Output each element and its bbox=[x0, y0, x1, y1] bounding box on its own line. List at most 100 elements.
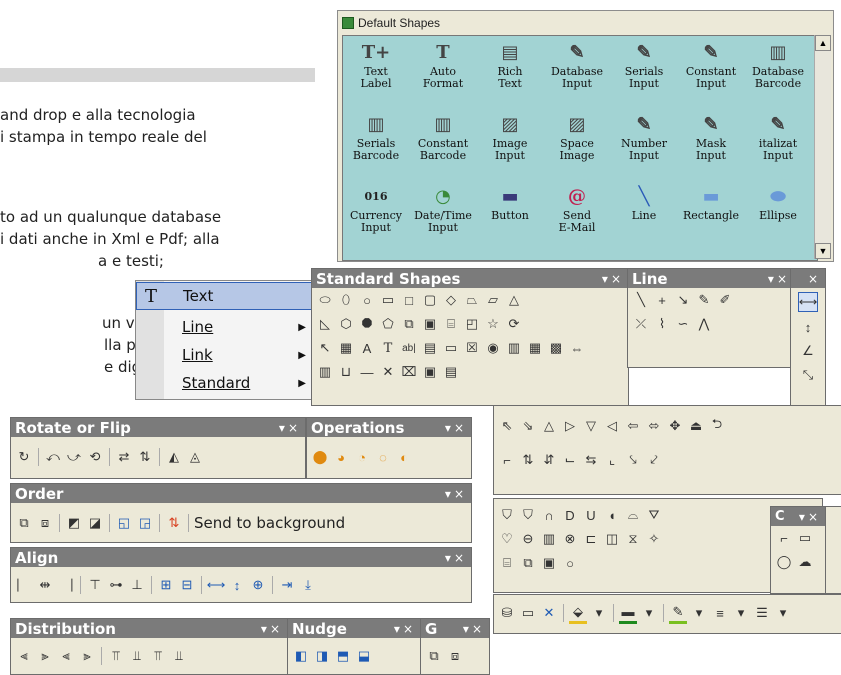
arrow-both-icon[interactable]: ⬄ bbox=[645, 417, 663, 435]
close-icon[interactable]: × bbox=[454, 487, 467, 501]
line-callout-icon[interactable]: ⌐ bbox=[775, 529, 793, 547]
center-vertical-icon[interactable]: ⊟ bbox=[178, 576, 196, 594]
default-shape-item[interactable]: ✎ Database Input bbox=[544, 42, 610, 90]
default-shape-item[interactable]: ✎ italizat Input bbox=[745, 114, 811, 162]
window-icon[interactable]: ▭ bbox=[519, 604, 537, 622]
default-shape-item[interactable]: ▥ Database Barcode bbox=[745, 42, 811, 90]
grid-icon[interactable]: ▩ bbox=[547, 339, 565, 357]
align-titlebar[interactable]: Align ▾× bbox=[11, 548, 471, 567]
auto-format-icon[interactable]: A bbox=[358, 339, 376, 357]
close-icon[interactable]: × bbox=[403, 622, 416, 636]
cylinder-icon[interactable]: ⌸ bbox=[498, 554, 516, 572]
menu-item-text[interactable]: T Text bbox=[136, 282, 316, 310]
x-tool-icon[interactable]: ✕ bbox=[379, 363, 397, 381]
dropdown-icon[interactable]: ▾ bbox=[394, 622, 403, 636]
union-icon[interactable]: ⬤ bbox=[311, 448, 329, 466]
send-to-background-button[interactable]: Send to background bbox=[194, 514, 345, 532]
close-icon[interactable]: × bbox=[611, 272, 624, 286]
send-to-back-icon[interactable]: ⧈ bbox=[36, 514, 54, 532]
star4-icon[interactable]: ✧ bbox=[645, 530, 663, 548]
flip-vertical-icon[interactable]: ⇅ bbox=[136, 448, 154, 466]
rotate-right-icon[interactable]: ⤻ bbox=[65, 448, 83, 466]
nudge-titlebar[interactable]: Nudge ▾× bbox=[288, 619, 420, 638]
connector-6-icon[interactable]: ⌞ bbox=[603, 451, 621, 469]
box-icon[interactable]: ⧉ bbox=[519, 554, 537, 572]
order-swap-icon[interactable]: ⇅ bbox=[165, 514, 183, 532]
arrow-line-icon[interactable]: ↘ bbox=[674, 291, 692, 309]
mirror-icon[interactable]: ◭ bbox=[165, 448, 183, 466]
field-tool-icon[interactable]: ▣ bbox=[421, 363, 439, 381]
rectangle-shape-icon[interactable]: ▭ bbox=[379, 291, 397, 309]
close-icon[interactable]: × bbox=[808, 510, 821, 524]
connector-8-icon[interactable]: ⤦ bbox=[645, 451, 663, 469]
vertical-scrollbar[interactable]: ▲ ▼ bbox=[814, 35, 831, 259]
pentagon-shape-icon[interactable]: ⬠ bbox=[379, 315, 397, 333]
operations-titlebar[interactable]: Operations ▾× bbox=[307, 418, 471, 437]
close-icon[interactable]: × bbox=[454, 421, 467, 435]
cube-shape-icon[interactable]: ⧉ bbox=[400, 315, 418, 333]
default-shape-item[interactable]: ▤ Rich Text bbox=[477, 42, 543, 90]
triangle-shape-icon[interactable]: △ bbox=[505, 291, 523, 309]
rect-callout-icon[interactable]: ▭ bbox=[796, 529, 814, 547]
rotate-flip-titlebar[interactable]: Rotate or Flip ▾× bbox=[11, 418, 305, 437]
no-symbol-icon[interactable]: ⊖ bbox=[519, 530, 537, 548]
connector-3-icon[interactable]: ⇵ bbox=[540, 451, 558, 469]
default-shape-item[interactable]: ✎ Number Input bbox=[611, 114, 677, 162]
nudge-left-icon[interactable]: ◧ bbox=[292, 647, 310, 665]
database-icon[interactable]: ⛁ bbox=[498, 604, 516, 622]
distribute-right-icon[interactable]: ⫷ bbox=[57, 647, 75, 665]
space-vertical-icon[interactable]: ⤓ bbox=[299, 576, 317, 594]
frame-tool-icon[interactable]: ▥ bbox=[316, 363, 334, 381]
dropdown-icon[interactable]: ▾ bbox=[602, 272, 611, 286]
cross-line-icon[interactable]: + bbox=[653, 291, 671, 309]
trapezoid-shape-icon[interactable]: ⏢ bbox=[463, 291, 481, 309]
polyline-icon[interactable]: ⋀ bbox=[695, 315, 713, 333]
close-icon[interactable]: × bbox=[472, 622, 485, 636]
vertical-dimension-icon[interactable]: ↕ bbox=[799, 318, 817, 336]
connector-4-icon[interactable]: ⌙ bbox=[561, 451, 579, 469]
subtract-icon[interactable]: ◔ bbox=[353, 448, 371, 466]
dropdown-icon[interactable]: ▾ bbox=[463, 622, 472, 636]
connector-5-icon[interactable]: ⇆ bbox=[582, 451, 600, 469]
g-titlebar[interactable]: G ▾× bbox=[421, 619, 489, 638]
star-shape-icon[interactable]: ☆ bbox=[484, 315, 502, 333]
default-shape-item[interactable]: ✎ Constant Input bbox=[678, 42, 744, 90]
frame-shape-icon[interactable]: ▣ bbox=[421, 315, 439, 333]
freehand-icon[interactable]: ✎ bbox=[695, 291, 713, 309]
dropdown-icon[interactable]: ▾ bbox=[768, 272, 777, 286]
dropdown-icon[interactable]: ▾ bbox=[445, 421, 454, 435]
listbox-icon[interactable]: ▥ bbox=[505, 339, 523, 357]
loop-icon[interactable]: ∽ bbox=[674, 315, 692, 333]
mirror-alt-icon[interactable]: ◬ bbox=[186, 448, 204, 466]
folded-corner-shape-icon[interactable]: ◰ bbox=[463, 315, 481, 333]
distribute-middle-icon[interactable]: ⫫ bbox=[128, 647, 146, 665]
process-icon[interactable]: ▥ bbox=[540, 530, 558, 548]
connector-2-icon[interactable]: ⇅ bbox=[519, 451, 537, 469]
text-icon[interactable]: T bbox=[379, 339, 397, 357]
send-backward-icon[interactable]: ◪ bbox=[86, 514, 104, 532]
dropdown-icon[interactable]: ▾ bbox=[690, 604, 708, 622]
banner-alt-icon[interactable]: ⛉ bbox=[519, 506, 537, 524]
rounded-square-shape-icon[interactable]: ▢ bbox=[421, 291, 439, 309]
menu-item-standard[interactable]: Standard ▶ bbox=[136, 369, 316, 397]
ungroup-icon[interactable]: ⧈ bbox=[446, 647, 464, 665]
space-horizontal-icon[interactable]: ⇥ bbox=[278, 576, 296, 594]
horizontal-dimension-icon[interactable]: ⟷ bbox=[798, 292, 818, 312]
same-width-icon[interactable]: ⟷ bbox=[207, 576, 226, 594]
align-right-icon[interactable]: ⎹ bbox=[57, 576, 75, 594]
align-bottom-icon[interactable]: ⊥ bbox=[128, 576, 146, 594]
fill-color-icon[interactable]: ⬙ bbox=[569, 603, 587, 624]
chart-tool-icon[interactable]: ▤ bbox=[442, 363, 460, 381]
arrow-down-icon[interactable]: ▽ bbox=[582, 417, 600, 435]
dropdown-icon[interactable]: ▾ bbox=[732, 604, 750, 622]
pointer-icon[interactable]: ↖ bbox=[316, 339, 334, 357]
align-middle-icon[interactable]: ⊶ bbox=[107, 576, 125, 594]
radio-icon[interactable]: ◉ bbox=[484, 339, 502, 357]
rotate-left-icon[interactable]: ⤺ bbox=[44, 448, 62, 466]
close-icon[interactable]: × bbox=[270, 622, 283, 636]
arc-shape-icon[interactable]: ⟳ bbox=[505, 315, 523, 333]
arrow-nw-icon[interactable]: ⇖ bbox=[498, 417, 516, 435]
dropdown-icon[interactable]: ▾ bbox=[445, 487, 454, 501]
close-icon[interactable]: × bbox=[454, 551, 467, 565]
heart-icon[interactable]: ♡ bbox=[498, 530, 516, 548]
